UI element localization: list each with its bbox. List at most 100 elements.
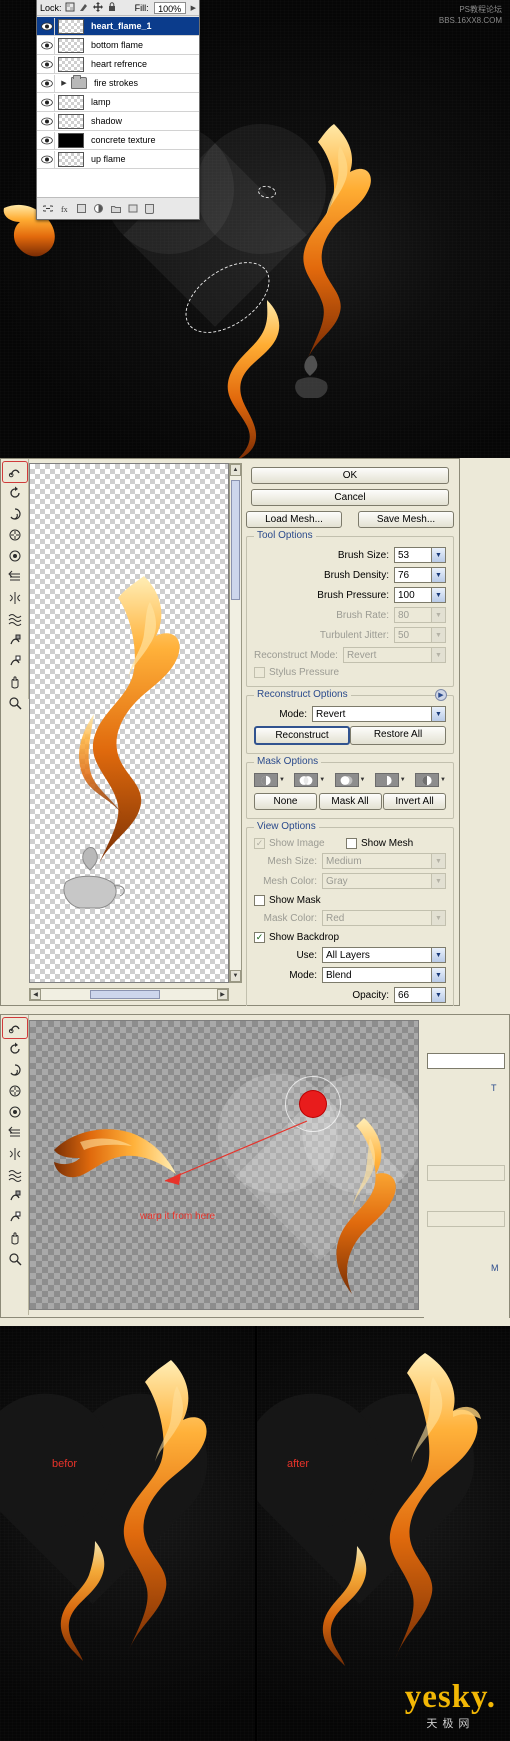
mask-none-button[interactable]: None bbox=[254, 793, 317, 810]
mirror-tool-icon[interactable] bbox=[3, 588, 27, 608]
new-group-icon[interactable] bbox=[110, 203, 121, 214]
layer-thumbnail[interactable] bbox=[58, 113, 84, 129]
twirl-clockwise-tool-icon[interactable] bbox=[3, 1060, 27, 1080]
link-layers-icon[interactable] bbox=[42, 203, 53, 214]
lock-position-icon[interactable] bbox=[93, 2, 104, 13]
replace-selection-icon[interactable]: ▼ bbox=[254, 773, 285, 787]
scroll-up-arrow-icon[interactable]: ▲ bbox=[230, 464, 241, 476]
bloat-tool-icon[interactable] bbox=[3, 546, 27, 566]
show-backdrop-checkbox[interactable]: ✓ Show Backdrop bbox=[254, 932, 446, 943]
chevron-down-icon[interactable]: ▼ bbox=[431, 588, 445, 602]
intersect-with-selection-icon[interactable]: ▼ bbox=[374, 773, 406, 787]
scroll-left-arrow-icon[interactable]: ◀ bbox=[30, 989, 41, 1000]
scrollbar-thumb[interactable] bbox=[231, 480, 240, 600]
layer-row-up-flame[interactable]: up flame bbox=[37, 150, 199, 169]
push-left-tool-icon[interactable] bbox=[3, 1123, 27, 1143]
pucker-tool-icon[interactable] bbox=[3, 1081, 27, 1101]
brush-pressure-row[interactable]: Brush Pressure: 100 ▼ bbox=[254, 587, 446, 603]
layer-visibility-icon[interactable] bbox=[39, 36, 55, 54]
delete-layer-icon[interactable] bbox=[144, 203, 155, 214]
checkbox-box[interactable]: ✓ bbox=[254, 932, 265, 943]
mask-all-button[interactable]: Mask All bbox=[318, 793, 382, 810]
brush-size-combo[interactable]: 53 ▼ bbox=[394, 547, 446, 563]
twirl-clockwise-tool-icon[interactable] bbox=[3, 504, 27, 524]
freeze-mask-tool-icon[interactable] bbox=[3, 1186, 27, 1206]
zoom-tool-icon[interactable] bbox=[3, 693, 27, 713]
layer-thumbnail[interactable] bbox=[58, 132, 84, 148]
layer-visibility-icon[interactable] bbox=[39, 55, 55, 73]
forward-warp-tool-icon[interactable] bbox=[1, 1017, 28, 1039]
layers-panel[interactable]: Lock: Fill: 100% ▶ heart_flame_1 bottom … bbox=[36, 0, 200, 220]
brush-pressure-combo[interactable]: 100 ▼ bbox=[394, 587, 446, 603]
chevron-down-icon[interactable]: ▼ bbox=[431, 548, 445, 562]
checkbox-box[interactable] bbox=[346, 838, 357, 849]
push-left-tool-icon[interactable] bbox=[3, 567, 27, 587]
zoom-tool-icon[interactable] bbox=[3, 1249, 27, 1269]
forward-warp-tool-icon[interactable] bbox=[1, 461, 28, 483]
chevron-down-icon[interactable]: ▼ bbox=[279, 777, 285, 783]
restore-all-button[interactable]: Restore All bbox=[350, 726, 446, 745]
backdrop-mode-row[interactable]: Mode: Blend ▼ bbox=[254, 967, 446, 983]
reconstruct-mode-select[interactable]: Revert ▼ bbox=[312, 706, 446, 722]
chevron-down-icon[interactable]: ▼ bbox=[431, 948, 445, 962]
layer-visibility-icon[interactable] bbox=[39, 150, 55, 168]
backdrop-opacity-row[interactable]: Opacity: 66 ▼ bbox=[254, 987, 446, 1003]
mask-mode-icons[interactable]: ▼ ▼ ▼ ▼ ▼ bbox=[254, 773, 446, 787]
pucker-tool-icon[interactable] bbox=[3, 525, 27, 545]
layer-visibility-icon[interactable] bbox=[39, 17, 55, 35]
liquify-dialog-zoomed[interactable]: warp it from here T M bbox=[0, 1014, 510, 1319]
chevron-down-icon[interactable]: ▼ bbox=[360, 777, 366, 783]
layers-panel-toolbar[interactable]: fx bbox=[37, 197, 199, 219]
layer-thumbnail[interactable] bbox=[58, 37, 84, 53]
chevron-down-icon[interactable]: ▼ bbox=[431, 568, 445, 582]
layer-row-lamp[interactable]: lamp bbox=[37, 93, 199, 112]
reconstruct-options-help-icon[interactable]: ▶ bbox=[435, 689, 447, 701]
backdrop-opacity-combo[interactable]: 66 ▼ bbox=[394, 987, 446, 1003]
show-mesh-checkbox[interactable]: Show Mesh bbox=[346, 838, 446, 849]
turbulence-tool-icon[interactable] bbox=[3, 609, 27, 629]
layer-thumbnail[interactable] bbox=[58, 18, 84, 34]
liquify-options-column-cropped[interactable]: T M bbox=[424, 1015, 509, 1319]
add-to-selection-icon[interactable]: ▼ bbox=[294, 773, 325, 787]
hand-tool-icon[interactable] bbox=[3, 1228, 27, 1248]
layer-visibility-icon[interactable] bbox=[39, 93, 55, 111]
layer-row-concrete-texture[interactable]: concrete texture bbox=[37, 131, 199, 150]
brush-density-combo[interactable]: 76 ▼ bbox=[394, 567, 446, 583]
liquify-options-column[interactable]: OK Cancel Load Mesh... Save Mesh... Tool… bbox=[246, 467, 454, 1016]
ok-button[interactable]: OK bbox=[251, 467, 449, 484]
layer-row-fire-strokes[interactable]: ▶ fire strokes bbox=[37, 74, 199, 93]
show-mask-checkbox[interactable]: Show Mask bbox=[254, 895, 446, 906]
layer-visibility-icon[interactable] bbox=[39, 74, 55, 92]
bloat-tool-icon[interactable] bbox=[3, 1102, 27, 1122]
scroll-right-arrow-icon[interactable]: ▶ bbox=[217, 989, 228, 1000]
chevron-down-icon[interactable]: ▼ bbox=[400, 777, 406, 783]
save-mesh-button[interactable]: Save Mesh... bbox=[358, 511, 454, 528]
layer-thumbnail[interactable] bbox=[58, 151, 84, 167]
new-layer-icon[interactable] bbox=[127, 203, 138, 214]
layer-row-heart-refrence[interactable]: heart refrence bbox=[37, 55, 199, 74]
liquify-preview-canvas[interactable] bbox=[29, 463, 229, 983]
layer-row-shadow[interactable]: shadow bbox=[37, 112, 199, 131]
backdrop-use-combo[interactable]: All Layers ▼ bbox=[322, 947, 446, 963]
layer-visibility-icon[interactable] bbox=[39, 112, 55, 130]
group-expand-arrow-icon[interactable]: ▶ bbox=[59, 79, 69, 87]
turbulence-tool-icon[interactable] bbox=[3, 1165, 27, 1185]
mask-invert-all-button[interactable]: Invert All bbox=[383, 793, 446, 810]
chevron-down-icon[interactable]: ▼ bbox=[319, 777, 325, 783]
scroll-down-arrow-icon[interactable]: ▼ bbox=[230, 970, 241, 982]
liquify-canvas-horizontal-scrollbar[interactable]: ◀ ▶ bbox=[29, 988, 229, 1001]
cancel-button[interactable]: Cancel bbox=[251, 489, 449, 506]
new-fill-adjustment-icon[interactable] bbox=[93, 203, 104, 214]
checkbox-box[interactable] bbox=[254, 895, 265, 906]
layer-list[interactable]: heart_flame_1 bottom flame heart refrenc… bbox=[37, 17, 199, 197]
reconstruct-button[interactable]: Reconstruct bbox=[254, 726, 350, 745]
chevron-down-icon[interactable]: ▼ bbox=[431, 707, 445, 721]
liquify-canvas-vertical-scrollbar[interactable]: ▲ ▼ bbox=[229, 463, 242, 983]
load-mesh-button[interactable]: Load Mesh... bbox=[246, 511, 342, 528]
liquify-dialog[interactable]: ▲ ▼ ◀ ▶ OK Cancel Load Mesh... Save Mesh… bbox=[0, 458, 460, 1016]
mirror-tool-icon[interactable] bbox=[3, 1144, 27, 1164]
lock-image-pixels-icon[interactable] bbox=[79, 2, 90, 13]
layer-thumbnail[interactable] bbox=[58, 56, 84, 72]
chevron-down-icon[interactable]: ▼ bbox=[440, 777, 446, 783]
reconstruct-mode-select-row[interactable]: Mode: Revert ▼ bbox=[254, 706, 446, 722]
